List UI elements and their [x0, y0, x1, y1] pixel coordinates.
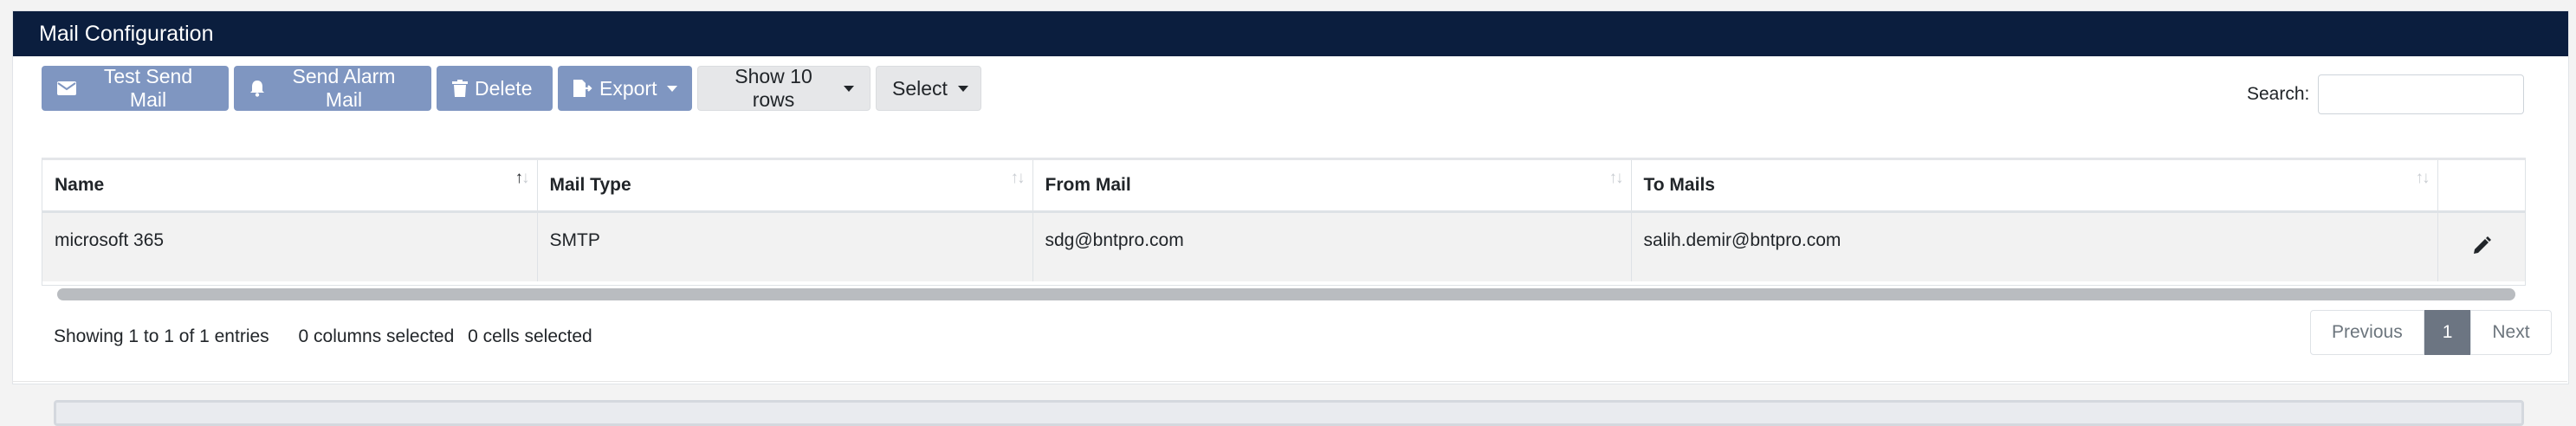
- search-input[interactable]: [2318, 74, 2524, 114]
- sort-icon[interactable]: ↑↓: [1609, 169, 1624, 188]
- sort-icon[interactable]: ↑↓: [1011, 169, 1026, 188]
- chevron-down-icon: [957, 85, 968, 92]
- cell-from-mail[interactable]: sdg@bntpro.com: [1032, 211, 1632, 281]
- file-export-icon: [573, 80, 592, 97]
- table-header-row: Name ↑↓ Mail Type ↑↓ From Mail ↑↓ To Mai…: [42, 160, 2525, 213]
- column-header-label: From Mail: [1045, 175, 1131, 195]
- pagination: Previous 1 Next: [2310, 310, 2552, 355]
- delete-label: Delete: [475, 76, 533, 100]
- send-alarm-mail-button[interactable]: Send Alarm Mail: [234, 65, 431, 111]
- envelope-icon: [57, 81, 76, 95]
- next-page-button[interactable]: Next: [2470, 310, 2552, 355]
- sort-icon[interactable]: ↑↓: [2416, 169, 2430, 188]
- column-header-label: Name: [55, 175, 105, 195]
- column-header-label: To Mails: [1643, 175, 1715, 195]
- sort-ascending-icon[interactable]: ↑↓: [515, 169, 530, 188]
- select-label: Select: [892, 76, 948, 100]
- card-divider: [12, 381, 2567, 382]
- test-send-mail-label: Test Send Mail: [103, 65, 193, 111]
- chevron-down-icon: [844, 85, 854, 92]
- page-title: Mail Configuration: [13, 11, 2568, 56]
- cell-name[interactable]: microsoft 365: [42, 211, 538, 281]
- column-header-label: Mail Type: [549, 175, 631, 195]
- column-header-to-mails[interactable]: To Mails ↑↓: [1631, 160, 2438, 213]
- show-rows-dropdown[interactable]: Show 10 rows: [697, 65, 871, 111]
- trash-icon: [452, 80, 468, 97]
- horizontal-scrollbar[interactable]: [57, 288, 2515, 300]
- column-header-mail-type[interactable]: Mail Type ↑↓: [537, 160, 1033, 213]
- column-header-actions: [2437, 160, 2525, 213]
- previous-page-button[interactable]: Previous: [2310, 310, 2424, 355]
- toolbar: Test Send Mail Send Alarm Mail Delete Ex…: [42, 65, 981, 111]
- cell-to-mails[interactable]: salih.demir@bntpro.com: [1631, 211, 2438, 281]
- collapsed-panel-header[interactable]: [54, 400, 2524, 426]
- export-dropdown-button[interactable]: Export: [558, 66, 692, 111]
- search-label: Search:: [2247, 84, 2310, 104]
- columns-selected-info: 0 columns selected: [298, 326, 455, 346]
- table-row[interactable]: microsoft 365 SMTP sdg@bntpro.com salih.…: [42, 211, 2525, 281]
- send-alarm-mail-label: Send Alarm Mail: [292, 65, 396, 111]
- cell-mail-type[interactable]: SMTP: [537, 211, 1033, 281]
- chevron-down-icon: [667, 85, 678, 92]
- table-info: Showing 1 to 1 of 1 entries 0 columns se…: [54, 326, 617, 347]
- select-dropdown[interactable]: Select: [876, 66, 981, 111]
- test-send-mail-button[interactable]: Test Send Mail: [42, 65, 229, 111]
- show-rows-label: Show 10 rows: [735, 65, 812, 111]
- delete-button[interactable]: Delete: [437, 66, 553, 111]
- export-label: Export: [599, 76, 657, 100]
- pencil-icon[interactable]: [2471, 236, 2492, 256]
- mail-table: Name ↑↓ Mail Type ↑↓ From Mail ↑↓ To Mai…: [42, 158, 2526, 286]
- cells-selected-info: 0 cells selected: [468, 326, 592, 346]
- bell-icon: [249, 80, 265, 97]
- entries-info: Showing 1 to 1 of 1 entries: [54, 326, 269, 346]
- cell-actions: [2437, 211, 2525, 281]
- page-1-button[interactable]: 1: [2424, 310, 2471, 355]
- column-header-from-mail[interactable]: From Mail ↑↓: [1032, 160, 1632, 213]
- column-header-name[interactable]: Name ↑↓: [42, 160, 538, 213]
